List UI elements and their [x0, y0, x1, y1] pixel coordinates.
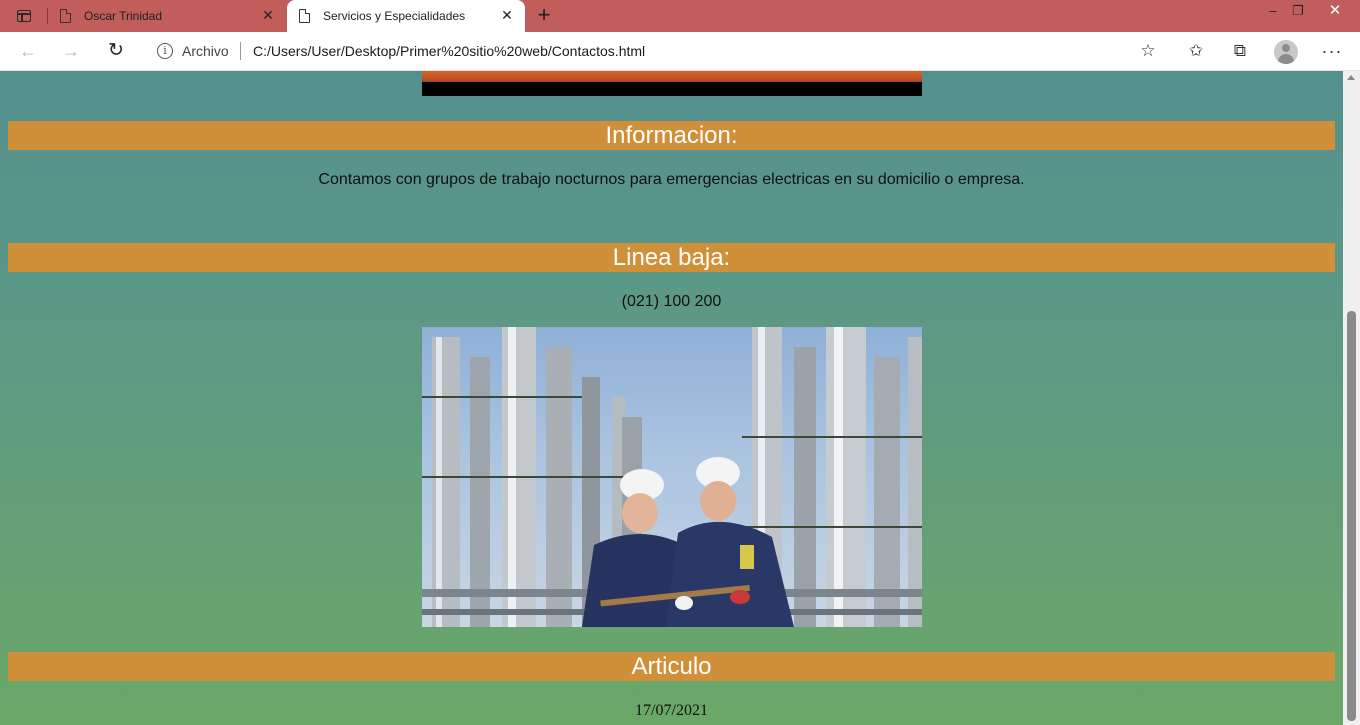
articulo-heading: Articulo — [8, 652, 1335, 681]
title-bar: Oscar Trinidad ✕ Servicios y Especialida… — [0, 0, 1360, 32]
close-window-button[interactable]: ✕ — [1320, 0, 1350, 24]
tab-oscar-trinidad[interactable]: Oscar Trinidad ✕ — [48, 0, 286, 32]
close-tab-icon[interactable]: ✕ — [499, 7, 515, 23]
collections-icon[interactable]: ⧉ — [1227, 39, 1253, 65]
back-arrow-icon[interactable]: ← — [15, 39, 41, 65]
tab-label: Oscar Trinidad — [84, 9, 163, 23]
restore-button[interactable]: ❐ — [1283, 0, 1313, 24]
linea-baja-heading: Linea baja: — [8, 243, 1335, 272]
security-label[interactable]: Archivo — [182, 43, 229, 59]
more-icon[interactable]: ··· — [1319, 39, 1345, 65]
info-icon[interactable]: i — [157, 43, 173, 59]
favorites-icon[interactable]: ✩ — [1183, 39, 1209, 65]
close-tab-icon[interactable]: ✕ — [260, 7, 276, 23]
page-icon — [299, 8, 311, 23]
tab-label: Servicios y Especialidades — [323, 9, 466, 23]
tab-actions-icon[interactable] — [8, 5, 40, 27]
scroll-thumb[interactable] — [1347, 311, 1356, 721]
address-url[interactable]: C:/Users/User/Desktop/Primer%20sitio%20w… — [253, 43, 645, 59]
article-date: 17/07/2021 — [635, 702, 708, 719]
address-separator — [240, 42, 241, 60]
address-toolbar: ← → ↻ i Archivo C:/Users/User/Desktop/Pr… — [0, 32, 1360, 71]
tab-servicios[interactable]: Servicios y Especialidades ✕ — [287, 0, 525, 32]
informacion-text: Contamos con grupos de trabajo nocturnos… — [318, 171, 1025, 188]
informacion-heading: Informacion: — [8, 121, 1335, 150]
sunset-image — [422, 71, 922, 96]
phone-number: (021) 100 200 — [621, 293, 722, 310]
vertical-scrollbar[interactable] — [1343, 71, 1360, 725]
reload-icon[interactable]: ↻ — [103, 39, 129, 65]
new-tab-button[interactable]: + — [532, 4, 556, 28]
page-icon — [60, 8, 72, 23]
page-viewport: Informacion: Contamos con grupos de trab… — [0, 71, 1343, 725]
profile-avatar[interactable] — [1274, 40, 1298, 64]
refinery-workers-photo — [422, 327, 922, 627]
forward-arrow-icon[interactable]: → — [58, 39, 84, 65]
scroll-up-arrow-icon[interactable] — [1347, 75, 1355, 80]
add-favorite-icon[interactable]: ☆ — [1135, 39, 1161, 65]
